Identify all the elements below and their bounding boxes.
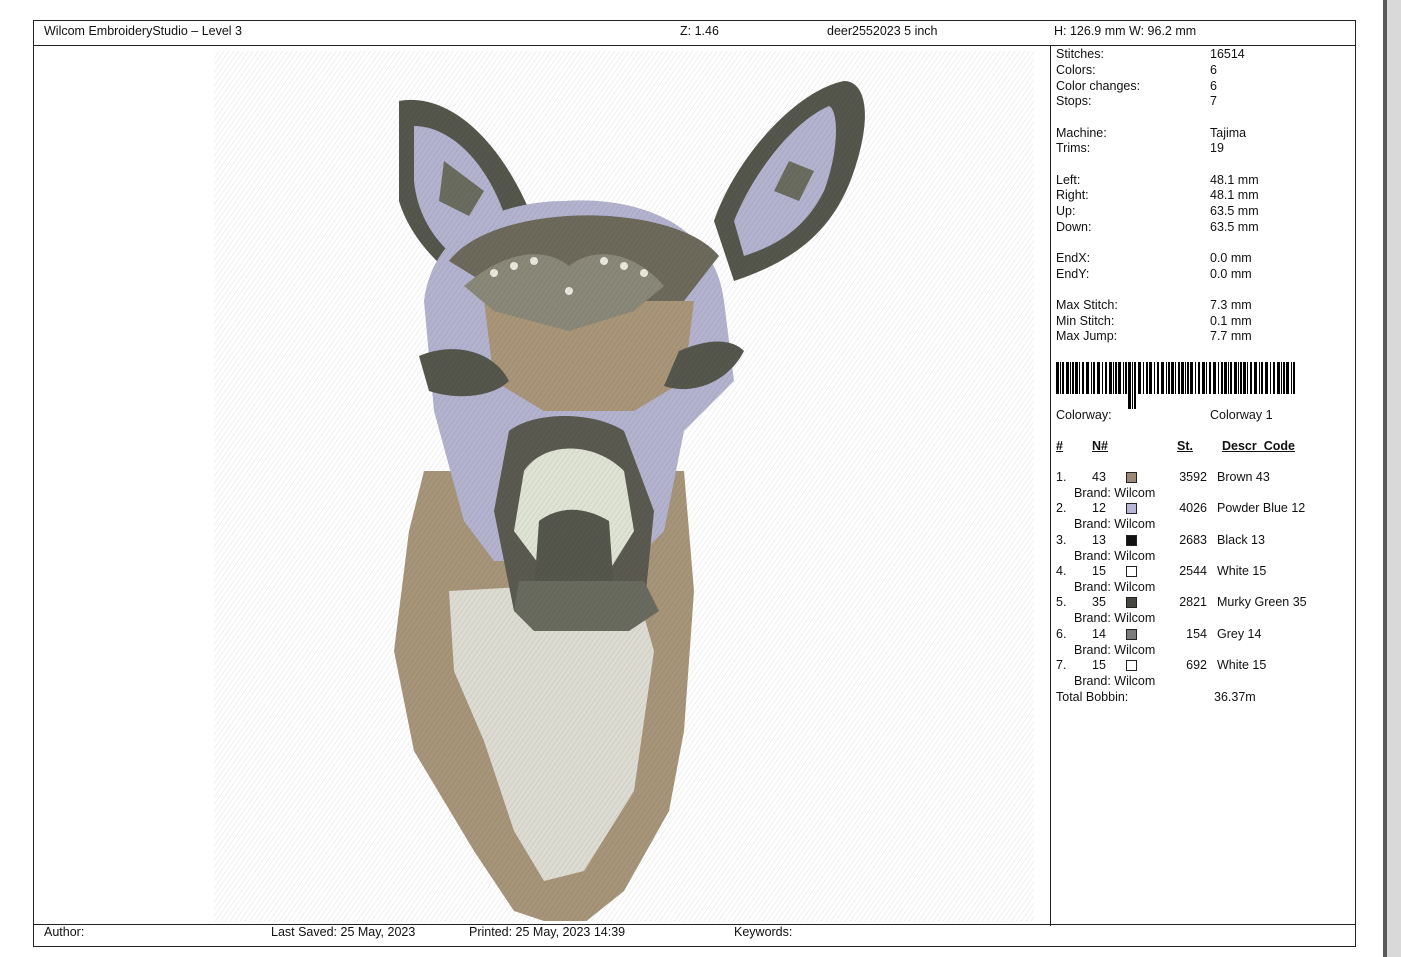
thread-description: Powder Blue 12 [1217,501,1306,516]
col-header-descr: Descr_Code [1222,439,1295,453]
stat-label: Machine: [1056,126,1107,140]
color-index: 7. [1056,657,1067,672]
stat-label: Up: [1056,204,1076,218]
stat-value: 0.0 mm [1210,251,1252,265]
thread-number: 13 [1092,532,1106,547]
stat-value: 48.1 mm [1210,188,1259,202]
col-header-index: # [1056,439,1063,453]
color-swatch [1126,565,1137,577]
total-bobbin-value: 36.37m [1214,690,1256,704]
colorway-value: Colorway 1 [1210,408,1273,422]
total-bobbin-label: Total Bobbin: [1056,690,1129,704]
thread-number: 43 [1092,470,1106,484]
stat-value: 16514 [1210,47,1245,61]
stat-value: 63.5 mm [1210,220,1259,234]
thread-brand: Brand: Wilcom [1074,642,1156,657]
stat-value: 6 [1210,79,1217,93]
stat-value: 19 [1210,141,1224,155]
color-stitch-count: 3592 [1179,470,1207,484]
thread-description: White 15 [1217,563,1267,578]
color-stitch-count: 154 [1186,626,1207,641]
color-swatch [1126,628,1137,640]
color-index: 1. [1056,470,1067,484]
stat-label: Stitches: [1056,47,1104,61]
stat-label: Colors: [1056,63,1096,77]
embroidery-design-preview [214,51,1034,921]
color-index: 4. [1056,563,1067,578]
color-swatch [1126,503,1137,515]
stat-label: Stops: [1056,94,1092,108]
header-divider [34,45,1355,46]
color-stitch-count: 2544 [1179,563,1207,578]
color-swatch [1126,472,1137,483]
thread-description: White 15 [1217,657,1267,672]
color-index: 6. [1056,626,1067,641]
thread-number: 15 [1092,657,1106,672]
thread-number: 12 [1092,501,1106,516]
barcode [1056,362,1295,409]
color-stitch-count: 692 [1186,657,1207,672]
thread-brand: Brand: Wilcom [1074,579,1156,594]
stat-value: 0.1 mm [1210,314,1252,328]
last-saved-field: Last Saved: 25 May, 2023 [271,925,416,939]
thread-number: 14 [1092,626,1106,641]
color-swatch [1126,534,1137,546]
keywords-field: Keywords: [734,925,793,939]
preview-scroll-gutter[interactable] [1387,0,1401,957]
color-index: 3. [1056,532,1067,547]
stat-value: 0.0 mm [1210,267,1252,281]
footer-divider [34,924,1355,925]
stat-value: 63.5 mm [1210,204,1259,218]
thread-number: 35 [1092,595,1106,610]
zoom-readout: Z: 1.46 [680,24,719,38]
worksheet-frame: Wilcom EmbroideryStudio – Level 3 Z: 1.4… [33,20,1356,947]
color-stitch-count: 2683 [1179,532,1207,547]
stat-label: Left: [1056,173,1081,187]
stat-label: Right: [1056,188,1089,202]
col-header-number: N# [1092,439,1108,453]
stat-value: 6 [1210,63,1217,77]
design-name: deer2552023 5 inch [827,24,938,38]
printed-field: Printed: 25 May, 2023 14:39 [469,925,626,939]
author-field: Author: [44,925,85,939]
stat-value: 48.1 mm [1210,173,1259,187]
color-swatch [1126,597,1137,609]
color-swatch [1126,659,1137,671]
color-index: 5. [1056,595,1067,610]
info-column-divider [1050,46,1051,926]
thread-brand: Brand: Wilcom [1074,548,1156,563]
colorway-label: Colorway: [1056,408,1112,422]
stat-value: 7.3 mm [1210,298,1252,312]
thread-description: Black 13 [1217,532,1265,547]
stat-value: Tajima [1210,126,1247,140]
stat-label: EndX: [1056,251,1091,265]
stat-label: Down: [1056,220,1092,234]
color-index: 2. [1056,501,1067,516]
color-stitch-count: 2821 [1179,595,1207,610]
stat-label: Trims: [1056,141,1091,155]
color-stitch-count: 4026 [1179,501,1207,516]
thread-brand: Brand: Wilcom [1074,517,1156,532]
stat-label: EndY: [1056,267,1090,281]
thread-number: 15 [1092,563,1106,578]
thread-brand: Brand: Wilcom [1074,673,1156,688]
thread-brand: Brand: Wilcom [1074,611,1156,626]
print-preview-page: Wilcom EmbroideryStudio – Level 3 Z: 1.4… [0,0,1383,957]
app-title: Wilcom EmbroideryStudio – Level 3 [44,24,242,38]
stat-label: Color changes: [1056,79,1141,93]
design-size: H: 126.9 mm W: 96.2 mm [1054,24,1197,38]
stat-label: Min Stitch: [1056,314,1115,328]
stat-label: Max Jump: [1056,329,1118,343]
stat-value: 7.7 mm [1210,329,1252,343]
thread-description: Brown 43 [1217,470,1270,484]
col-header-stitches: St. [1177,439,1193,453]
stat-label: Max Stitch: [1056,298,1118,312]
thread-brand: Brand: Wilcom [1074,486,1156,500]
stat-value: 7 [1210,94,1217,108]
thread-description: Grey 14 [1217,626,1262,641]
thread-description: Murky Green 35 [1217,595,1307,610]
